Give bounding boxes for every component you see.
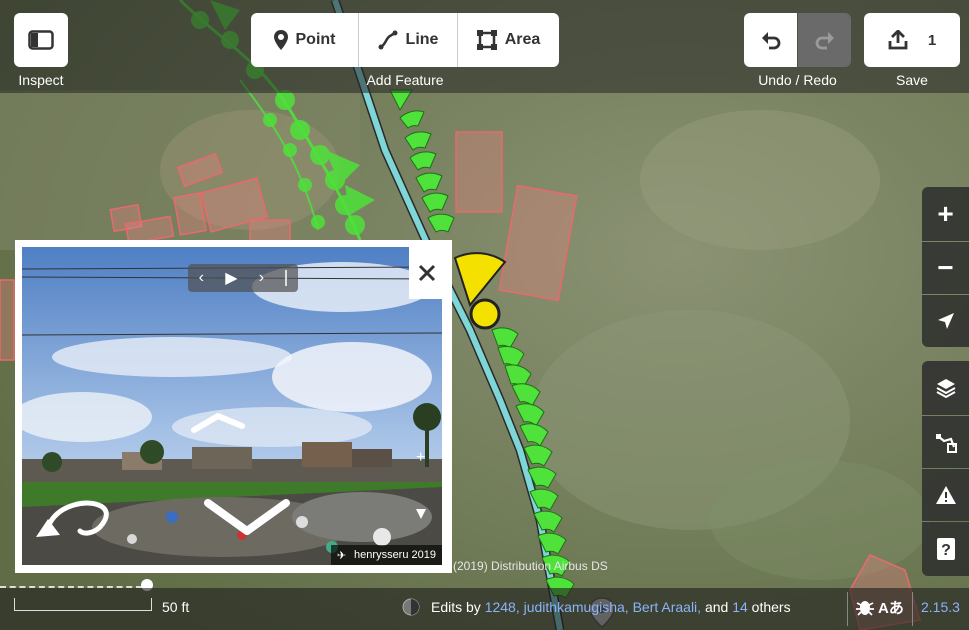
others-text: others (751, 599, 791, 615)
sidebar-toggle-icon (28, 30, 54, 50)
photo-credit[interactable]: ✈ henrysseru 2019 (330, 545, 442, 565)
svg-text:?: ? (941, 542, 951, 559)
history-icon (402, 598, 420, 616)
previous-photo-icon[interactable]: ‹ (199, 269, 204, 287)
add-line-button[interactable]: Line (359, 13, 458, 67)
inspect-button[interactable] (14, 13, 68, 67)
upload-icon (888, 30, 908, 50)
bug-report-icon[interactable] (855, 597, 875, 617)
add-feature-group: Point Line Area (251, 13, 559, 67)
scale-label: 50 ft (162, 599, 190, 615)
map-data-icon (935, 434, 957, 453)
rotate-back-arrow-icon[interactable] (30, 497, 114, 545)
inspect-label: Inspect (18, 72, 64, 88)
photo-credit-text: henrysseru 2019 (354, 549, 436, 561)
footer-divider-2 (912, 592, 913, 626)
zoom-out-button[interactable]: − (922, 242, 969, 294)
sequence-controls: ‹ ▶ › (188, 264, 298, 292)
edits-prefix: Edits by (431, 599, 481, 615)
undo-icon (761, 32, 780, 50)
add-feature-label: Add Feature (366, 72, 444, 88)
area-label: Area (504, 31, 541, 48)
others-count-link[interactable]: 14 (732, 599, 748, 615)
backward-arrow-icon[interactable] (202, 495, 292, 539)
undo-button[interactable] (744, 13, 797, 67)
redo-icon (815, 32, 834, 50)
warning-icon (935, 486, 956, 504)
save-button[interactable]: 1 (864, 13, 960, 67)
layers-icon (936, 379, 955, 399)
editors-list-link[interactable]: 1248, judithkamugisha, Bert Araali, (485, 599, 701, 615)
translate-icon[interactable]: Aあ (878, 597, 904, 618)
separator-icon (285, 270, 288, 286)
close-viewer-button[interactable] (409, 247, 445, 299)
add-area-button[interactable]: Area (458, 13, 559, 67)
line-label: Line (405, 31, 439, 48)
map-data-button[interactable] (922, 416, 969, 468)
point-label: Point (295, 31, 336, 48)
footer-divider (847, 592, 848, 626)
and-text: and (704, 599, 729, 615)
scale-bar[interactable] (14, 598, 152, 611)
point-icon (273, 30, 288, 50)
photo-pin-icon (416, 509, 426, 519)
redo-button[interactable] (798, 13, 851, 67)
zoom-in-button[interactable]: + (922, 187, 969, 241)
locate-arrow-icon (937, 313, 954, 329)
undo-redo-label: Undo / Redo (758, 72, 837, 88)
edits-attribution: Edits by 1248, judithkamugisha, Bert Ara… (431, 599, 791, 615)
help-icon: ? (936, 538, 955, 560)
photo-zoom-plus-icon[interactable]: + (416, 449, 425, 467)
zoom-out-icon: − (937, 252, 954, 283)
background-layers-button[interactable] (922, 361, 969, 415)
geolocate-button[interactable] (922, 295, 969, 347)
photo-viewer-panel: ‹ ▶ › + ✈ henrysseru 2019 (15, 240, 452, 573)
add-point-button[interactable]: Point (251, 13, 359, 67)
next-photo-icon[interactable]: › (259, 269, 264, 287)
imagery-attribution[interactable]: (2019) Distribution Airbus DS (453, 559, 608, 573)
area-icon (476, 30, 497, 50)
version-link[interactable]: 2.15.3 (921, 599, 960, 615)
help-button[interactable]: ? (922, 522, 969, 576)
close-icon (418, 264, 436, 282)
save-label: Save (896, 72, 928, 88)
zoom-in-icon: + (937, 198, 954, 229)
street-level-photo[interactable]: ‹ ▶ › + ✈ henrysseru 2019 (22, 247, 442, 565)
line-icon (378, 30, 398, 50)
mapillary-icon: ✈ (336, 549, 347, 562)
save-count: 1 (927, 31, 937, 49)
forward-arrow-icon[interactable] (188, 410, 248, 434)
issues-button[interactable] (922, 469, 969, 521)
play-icon[interactable]: ▶ (225, 268, 237, 288)
